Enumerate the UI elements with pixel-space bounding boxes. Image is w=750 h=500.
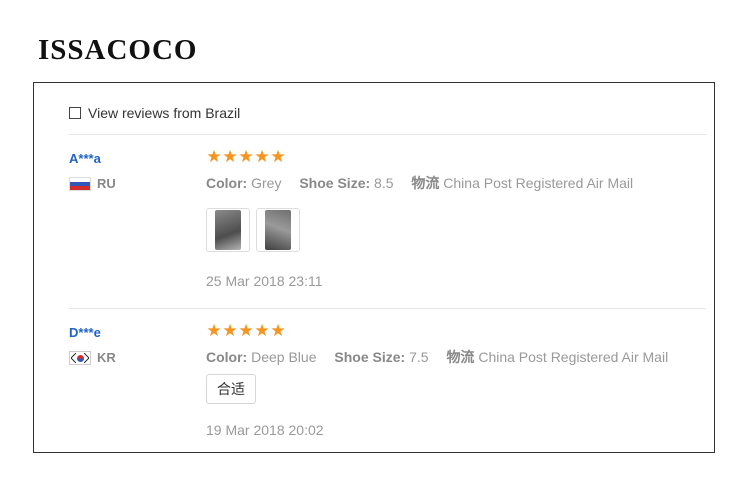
star-rating: ★ ★ ★ ★ ★: [206, 148, 286, 165]
shipping-value: China Post Registered Air Mail: [478, 349, 669, 365]
review-attributes: Color: Deep Blue Shoe Size: 7.5 物流 China…: [206, 347, 668, 367]
brand-logo: ISSACOCO: [38, 34, 198, 66]
brazil-filter-checkbox[interactable]: [69, 107, 81, 119]
review-date: 19 Mar 2018 20:02: [206, 422, 324, 438]
country-code: KR: [97, 350, 116, 365]
star-icon: ★: [254, 147, 270, 166]
reviewer-name[interactable]: D***e: [69, 325, 101, 340]
star-icon: ★: [254, 321, 270, 340]
review-item: D***e KR ★ ★ ★ ★ ★ Color: Deep Blue Shoe…: [34, 322, 714, 445]
star-icon: ★: [270, 147, 286, 166]
size-value: 8.5: [374, 175, 394, 191]
review-date: 25 Mar 2018 23:11: [206, 273, 323, 289]
star-rating: ★ ★ ★ ★ ★: [206, 322, 286, 339]
star-icon: ★: [206, 147, 222, 166]
shipping-value: China Post Registered Air Mail: [443, 175, 634, 191]
color-value: Grey: [251, 175, 282, 191]
size-label: Shoe Size:: [299, 175, 371, 191]
reviews-panel: View reviews from Brazil A***a RU ★ ★ ★ …: [33, 82, 715, 453]
color-label: Color:: [206, 175, 248, 191]
star-icon: ★: [222, 321, 238, 340]
reviewer-name[interactable]: A***a: [69, 151, 101, 166]
shoe-photo-icon: [215, 210, 241, 250]
size-label: Shoe Size:: [334, 349, 406, 365]
color-value: Deep Blue: [251, 349, 317, 365]
russia-flag-icon: [69, 176, 91, 191]
brazil-filter-label: View reviews from Brazil: [88, 105, 241, 121]
star-icon: ★: [270, 321, 286, 340]
review-tag[interactable]: 合适: [206, 374, 256, 404]
color-label: Color:: [206, 349, 248, 365]
star-icon: ★: [206, 321, 222, 340]
country-code: RU: [97, 176, 116, 191]
star-icon: ★: [238, 147, 254, 166]
star-icon: ★: [222, 147, 238, 166]
shipping-label: 物流: [446, 349, 475, 365]
brazil-filter[interactable]: View reviews from Brazil: [69, 104, 240, 122]
divider: [69, 134, 706, 135]
shipping-label: 物流: [411, 175, 440, 191]
reviewer-country: RU: [69, 176, 116, 191]
star-icon: ★: [238, 321, 254, 340]
review-photos: [206, 208, 306, 252]
south-korea-flag-icon: [69, 350, 91, 365]
size-value: 7.5: [409, 349, 429, 365]
review-photo-thumbnail[interactable]: [256, 208, 300, 252]
review-item: A***a RU ★ ★ ★ ★ ★ Color: Grey Shoe Size…: [34, 148, 714, 301]
divider: [69, 308, 706, 309]
review-photo-thumbnail[interactable]: [206, 208, 250, 252]
reviewer-country: KR: [69, 350, 116, 365]
review-attributes: Color: Grey Shoe Size: 8.5 物流 China Post…: [206, 173, 633, 193]
shoe-photo-icon: [265, 210, 291, 250]
